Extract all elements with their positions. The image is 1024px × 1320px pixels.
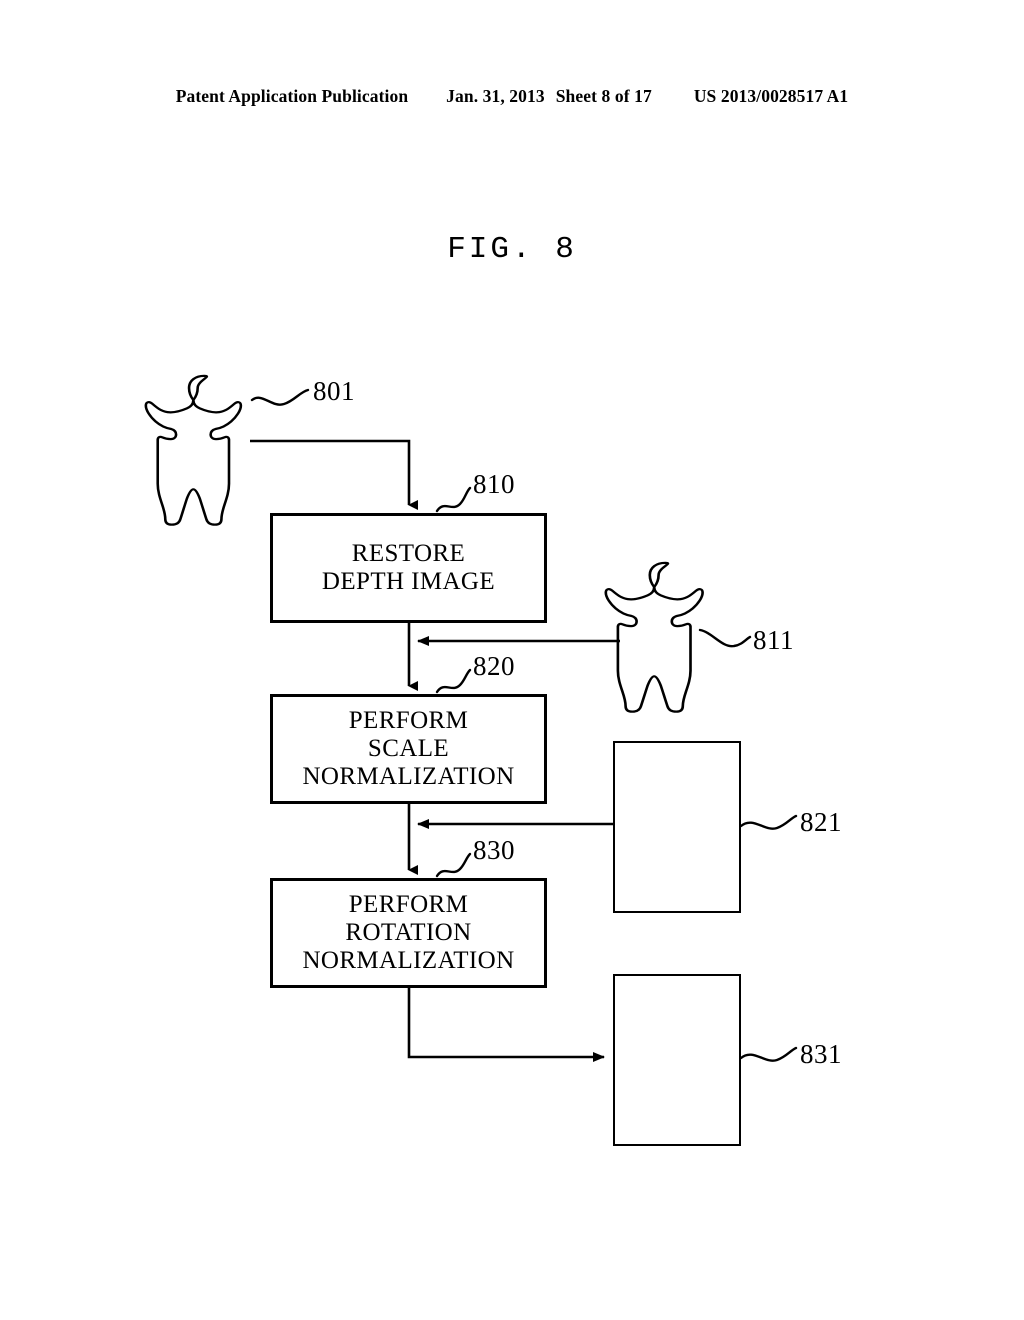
process-box-810-line-1: RESTORE (351, 540, 466, 567)
header-sheet-number: Sheet 8 of 17 (555, 86, 652, 106)
process-box-830-line-2: ROTATION (345, 919, 472, 946)
process-box-820-line-3: NORMALIZATION (302, 763, 515, 790)
header-date: Jan. 31, 2013 (446, 86, 545, 106)
human-silhouette-801 (144, 374, 243, 526)
process-box-perform-scale-normalization[interactable]: PERFORM SCALE NORMALIZATION (270, 694, 547, 804)
process-box-820-line-1: PERFORM (348, 707, 469, 734)
leader-line-811 (698, 628, 752, 648)
reference-numeral-821: 821 (800, 807, 842, 837)
reference-numeral-831: 831 (800, 1039, 842, 1069)
page-header: Patent Application Publication Jan. 31, … (0, 86, 1024, 112)
leader-line-830 (435, 852, 472, 878)
leader-line-810 (435, 486, 472, 513)
leader-line-821 (739, 814, 798, 830)
process-box-restore-depth-image[interactable]: RESTORE DEPTH IMAGE (270, 513, 547, 623)
reference-numeral-811: 811 (753, 625, 794, 655)
process-box-830-line-1: PERFORM (348, 891, 469, 918)
patent-figure-page: Patent Application Publication Jan. 31, … (0, 0, 1024, 1320)
connector-830-to-831 (407, 988, 605, 1062)
human-silhouette-811 (604, 561, 704, 713)
reference-numeral-820: 820 (473, 651, 515, 681)
leader-line-831 (739, 1046, 798, 1062)
image-frame-821 (613, 741, 741, 913)
figure-title: FIG. 8 (447, 232, 577, 267)
image-frame-831 (613, 974, 741, 1146)
header-publication-label: Patent Application Publication (175, 86, 409, 106)
leader-line-820 (435, 668, 472, 694)
header-document-number: US 2013/0028517 A1 (693, 86, 849, 106)
process-box-810-line-2: DEPTH IMAGE (321, 568, 496, 595)
process-box-820-line-2: SCALE (367, 735, 450, 762)
connector-801-to-810 (250, 439, 418, 510)
reference-numeral-801: 801 (313, 376, 355, 406)
reference-numeral-830: 830 (473, 835, 515, 865)
process-box-perform-rotation-normalization[interactable]: PERFORM ROTATION NORMALIZATION (270, 878, 547, 988)
process-box-830-line-3: NORMALIZATION (302, 947, 515, 974)
reference-numeral-810: 810 (473, 469, 515, 499)
leader-line-801 (250, 388, 310, 406)
